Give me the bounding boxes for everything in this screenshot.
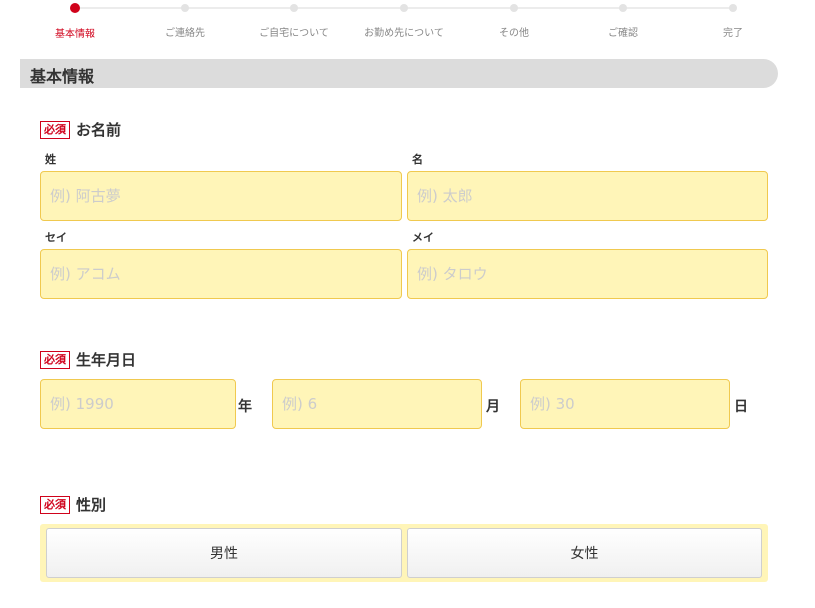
step-dot (290, 4, 298, 12)
step-label: ご自宅について (259, 28, 329, 39)
step-dot (510, 4, 518, 12)
birthday-label: 生年月日 (76, 351, 137, 369)
gender-female-button[interactable]: 女性 (407, 528, 762, 578)
step-dot (729, 4, 737, 12)
last-name-label: 姓 (45, 153, 56, 166)
day-unit: 日 (734, 399, 748, 415)
month-unit: 月 (486, 399, 500, 415)
step-label: お勤め先について (364, 28, 444, 39)
step-dot-active (70, 3, 80, 13)
step-label: 基本情報 (55, 29, 95, 40)
required-badge: 必須 (40, 350, 70, 369)
step-dot (400, 4, 408, 12)
first-name-label: 名 (412, 153, 423, 166)
progress-steps: 基本情報 ご連絡先 ご自宅について お勤め先について その他 ご確認 完了 (0, 0, 815, 44)
section-header: 基本情報 (20, 59, 778, 88)
section-title: 基本情報 (30, 67, 95, 86)
last-name-input[interactable] (40, 171, 402, 221)
step-other: その他 (454, 0, 574, 39)
step-label: ご連絡先 (165, 28, 205, 39)
name-label: お名前 (76, 121, 122, 139)
step-dot (619, 4, 627, 12)
step-complete: 完了 (673, 0, 793, 39)
step-label: ご確認 (608, 28, 638, 39)
step-work: お勤め先について (344, 0, 464, 39)
gender-field-label: 必須 性別 (40, 494, 106, 515)
step-confirm: ご確認 (563, 0, 683, 39)
step-dot (181, 4, 189, 12)
name-field-label: 必須 お名前 (40, 119, 121, 140)
step-label: その他 (499, 28, 529, 39)
gender-label: 性別 (76, 496, 107, 514)
year-unit: 年 (238, 399, 252, 415)
required-badge: 必須 (40, 495, 70, 514)
birth-year-input[interactable] (40, 379, 236, 429)
gender-selector: 男性 女性 (40, 524, 768, 582)
birthday-field-label: 必須 生年月日 (40, 349, 136, 370)
birth-month-input[interactable] (272, 379, 482, 429)
step-home: ご自宅について (234, 0, 354, 39)
first-name-input[interactable] (407, 171, 768, 221)
step-contact: ご連絡先 (125, 0, 245, 39)
birth-day-input[interactable] (520, 379, 730, 429)
step-label: 完了 (723, 28, 743, 39)
first-name-kana-input[interactable] (407, 249, 768, 299)
required-badge: 必須 (40, 120, 70, 139)
last-name-kana-label: セイ (45, 231, 67, 244)
step-basic-info: 基本情報 (15, 0, 135, 40)
first-name-kana-label: メイ (412, 231, 434, 244)
gender-male-button[interactable]: 男性 (46, 528, 402, 578)
last-name-kana-input[interactable] (40, 249, 402, 299)
